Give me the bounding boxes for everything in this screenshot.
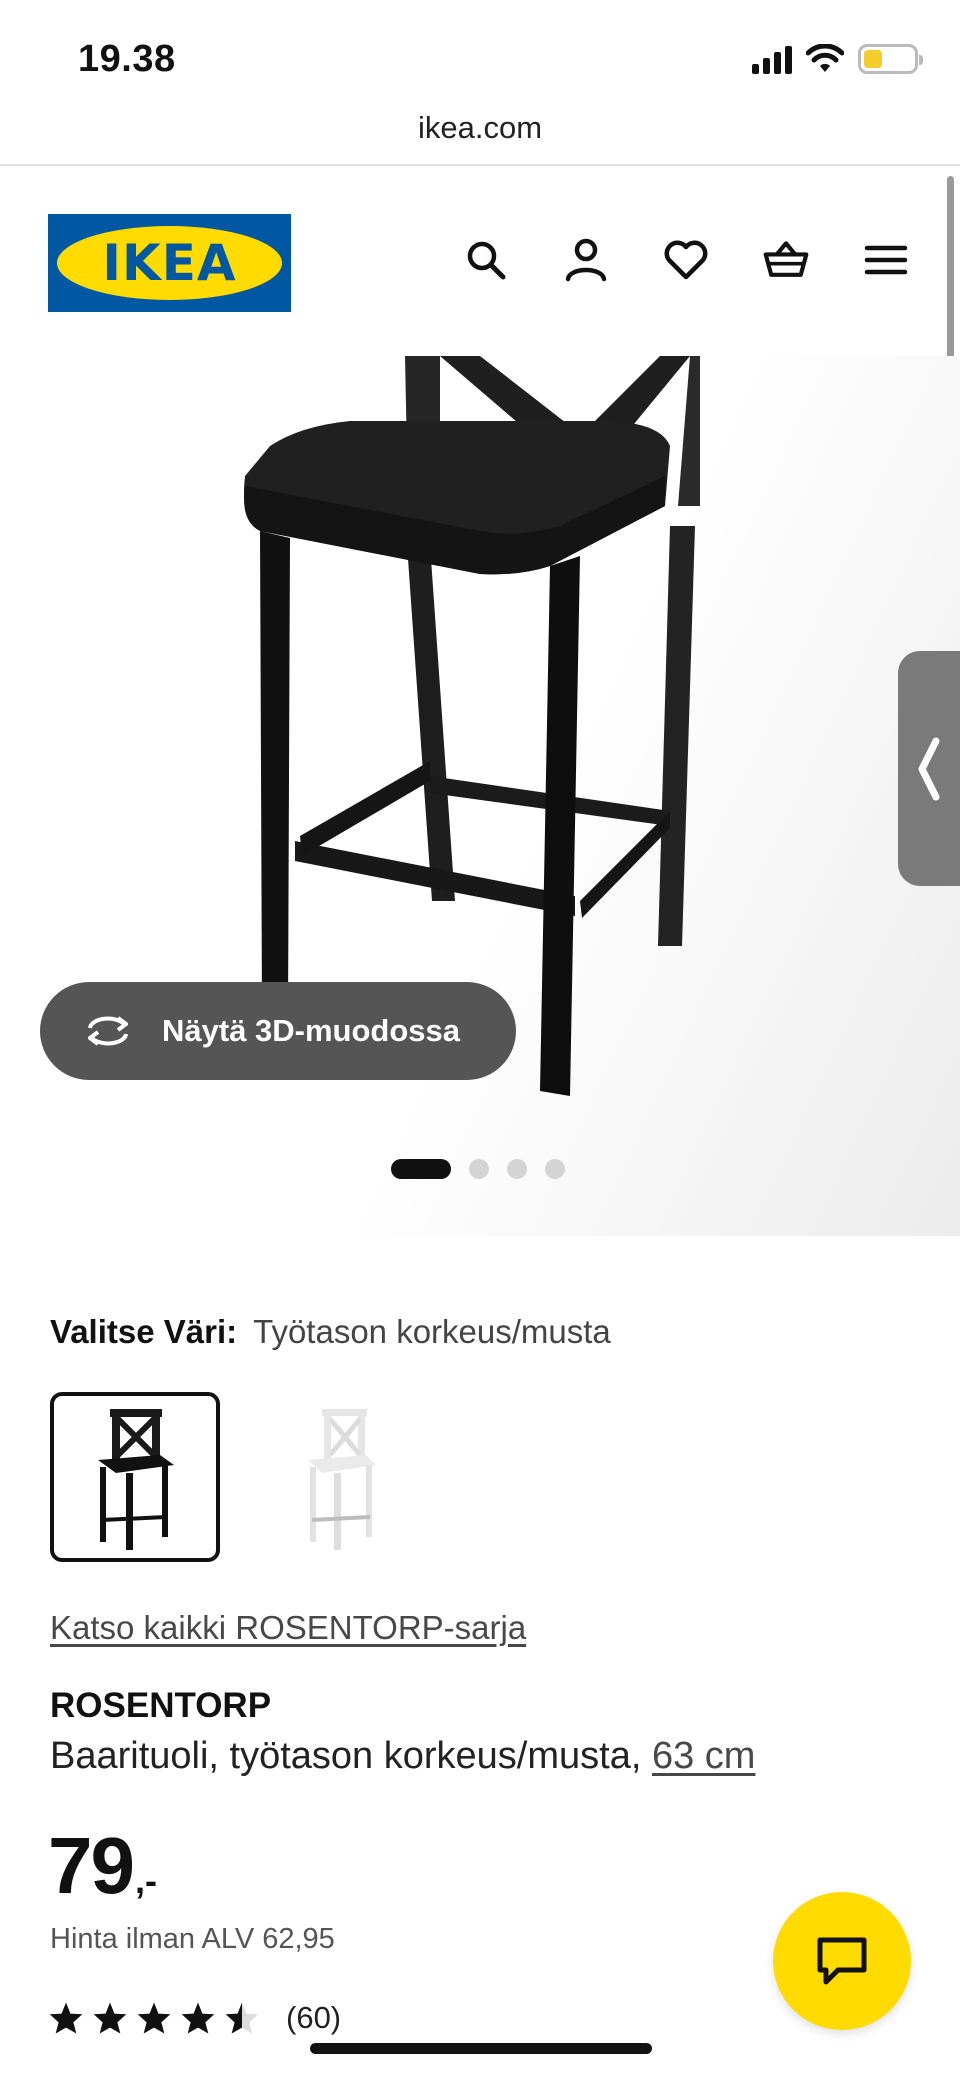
side-panel-tab[interactable] — [898, 651, 960, 886]
chat-button[interactable] — [773, 1892, 911, 2030]
color-select-label: Valitse Väri: — [50, 1313, 238, 1350]
product-name: ROSENTORP — [50, 1686, 272, 1725]
wifi-icon — [806, 44, 844, 72]
menu-icon[interactable] — [862, 236, 910, 284]
star-icon — [137, 2002, 171, 2034]
carousel-dot[interactable] — [507, 1159, 527, 1179]
black-stool-thumbnail — [98, 1408, 174, 1550]
carousel-dot[interactable] — [545, 1159, 565, 1179]
status-bar: 19.38 — [0, 0, 960, 118]
address-bar[interactable]: ikea.com — [0, 110, 960, 166]
view-3d-label: Näytä 3D-muodossa — [162, 1013, 461, 1048]
product-rating[interactable]: (60) — [48, 2000, 341, 2036]
product-description-text: Baarituoli, työtason korkeus/musta, — [50, 1735, 642, 1777]
swatch-white[interactable] — [254, 1392, 424, 1562]
half-star-icon — [225, 2002, 259, 2034]
product-gallery[interactable]: Näytä 3D-muodossa — [0, 356, 960, 1236]
product-description: Baarituoli, työtason korkeus/musta, 63 c… — [50, 1735, 755, 1778]
status-time: 19.38 — [78, 38, 176, 80]
battery-icon — [858, 44, 923, 74]
price-excl-vat: Hinta ilman ALV 62,95 — [50, 1923, 335, 1955]
star-icon — [181, 2002, 215, 2034]
heart-icon[interactable] — [662, 236, 710, 284]
rating-count: (60) — [286, 2000, 342, 2035]
chat-icon — [817, 1937, 867, 1985]
carousel-dot[interactable] — [469, 1159, 489, 1179]
color-swatches — [50, 1392, 424, 1562]
status-icons — [752, 44, 923, 74]
price-amount: 79 — [48, 1821, 135, 1910]
basket-icon[interactable] — [762, 236, 810, 284]
color-select-value: Työtason korkeus/musta — [253, 1313, 611, 1350]
header-nav — [462, 236, 910, 284]
home-indicator — [310, 2043, 652, 2054]
view-3d-button[interactable]: Näytä 3D-muodossa — [40, 982, 516, 1080]
account-icon[interactable] — [562, 236, 610, 284]
star-icon — [49, 2002, 83, 2034]
size-link[interactable]: 63 cm — [652, 1735, 755, 1777]
white-stool-thumbnail — [308, 1408, 376, 1550]
swatch-black[interactable] — [50, 1392, 220, 1562]
rating-stars — [48, 2001, 260, 2035]
product-price: 79 ,- — [48, 1820, 157, 1912]
color-select-row: Valitse Väri: Työtason korkeus/musta — [50, 1313, 611, 1351]
signal-icon — [752, 44, 792, 74]
rotate-icon — [88, 1016, 128, 1046]
carousel-dot-active[interactable] — [391, 1159, 451, 1179]
chevron-left-icon — [918, 737, 940, 800]
price-suffix: ,- — [134, 1860, 157, 1901]
site-header: IKEA — [0, 166, 960, 356]
series-link[interactable]: Katso kaikki ROSENTORP-sarja — [50, 1609, 526, 1647]
star-icon — [93, 2002, 127, 2034]
ikea-logo[interactable]: IKEA — [48, 214, 291, 312]
carousel-dots — [391, 1159, 565, 1179]
search-icon[interactable] — [462, 236, 510, 284]
logo-text: IKEA — [102, 234, 237, 292]
